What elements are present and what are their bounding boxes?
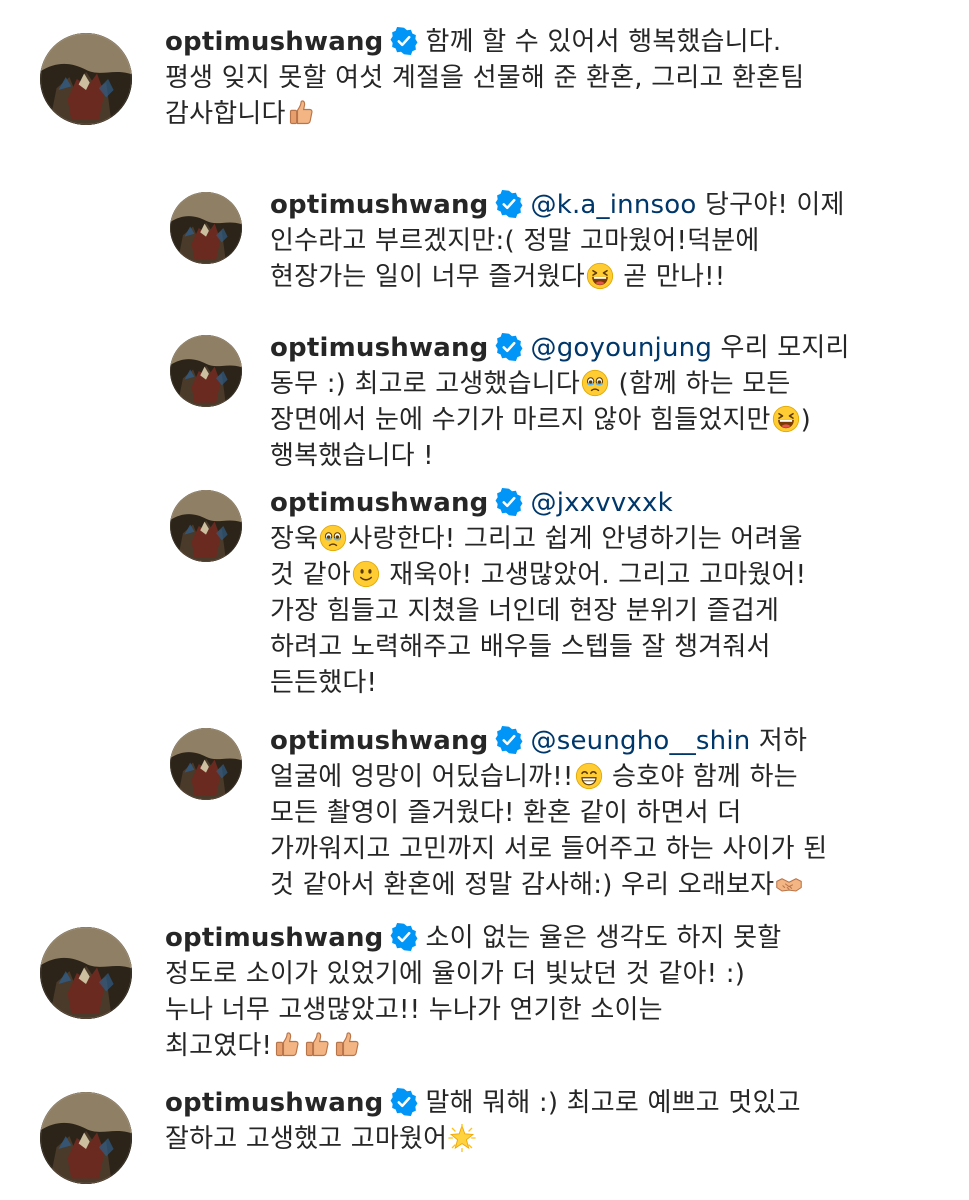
comment-text-segment: 평생 잊지 못할 여섯 계절을 선물해 준 환혼, 그리고 환혼팀 [165, 63, 805, 93]
mention-link[interactable]: @goyounjung [531, 333, 713, 363]
comment: optimushwang 말해 뭐해 :) 최고로 예쁘고 멋있고잘하고 고생했고… [0, 1072, 969, 1200]
comment-text-segment: 재욱아! 고생많았어. 그리고 고마웠어! [380, 560, 807, 590]
comment-text-segment: 가까워지고 고민까지 서로 들어주고 하는 사이가 된 [270, 834, 828, 864]
comment-text-segment: 인수라고 부르겠지만:( 정말 고마웠어!덕분에 [270, 226, 760, 256]
verified-badge-icon [390, 27, 418, 55]
username-link[interactable]: optimushwang [165, 923, 384, 953]
comment: optimushwang 소이 없는 율은 생각도 하지 못할정도로 소이가 있었… [0, 905, 969, 1065]
verified-badge-icon [495, 333, 523, 361]
verified-badge-icon [390, 923, 418, 951]
username-link[interactable]: optimushwang [270, 488, 489, 518]
username-link[interactable]: optimushwang [270, 190, 489, 220]
comment-text: optimushwang 함께 할 수 있어서 행복했습니다. 평생 잊지 못할 여… [165, 24, 955, 132]
laughing-face-icon [772, 405, 800, 433]
mention-link[interactable]: @k.a_innsoo [531, 190, 697, 220]
comment-text-segment: 정도로 소이가 있었기에 율이가 더 빛났던 것 같아! :) [165, 959, 746, 989]
thumbs-up-icon [333, 1031, 361, 1059]
comment-text: optimushwang @seungho__shin 저하얼굴에 엉망이 어딨습… [270, 723, 960, 903]
username-link[interactable]: optimushwang [165, 27, 384, 57]
comment-text-segment: 저하 [750, 726, 808, 756]
avatar[interactable] [170, 192, 242, 264]
comment-text-segment: 동무 :) 최고로 고생했습니다 [270, 369, 581, 399]
comment-text-segment: 장욱 [270, 524, 319, 554]
comment-text-segment: 승호야 함께 하는 [603, 762, 798, 792]
comment-text-segment: 것 같아서 환혼에 정말 감사해:) 우리 오래보자 [270, 870, 775, 900]
mention-link[interactable]: @jxxvvxxk [531, 488, 673, 518]
comment-text-segment: 모든 촬영이 즐거웠다! 환혼 같이 하면서 더 [270, 798, 742, 828]
holding-back-tears-icon [581, 369, 609, 397]
verified-badge-icon [495, 190, 523, 218]
comment-text-segment: 하려고 노력해주고 배우들 스텝들 잘 챙겨줘서 [270, 632, 771, 662]
avatar[interactable] [170, 335, 242, 407]
laughing-face-icon [586, 262, 614, 290]
comment-text-segment: 우리 모지리 [712, 333, 850, 363]
reply-comment: optimushwang @k.a_innsoo 당구야! 이제인수라고 부르겠지… [0, 180, 969, 300]
glowing-star-icon [448, 1124, 477, 1152]
comment-text-segment: 감사합니다 [165, 99, 286, 129]
slightly-smiling-face-icon [352, 560, 380, 588]
comment-text: optimushwang 말해 뭐해 :) 최고로 예쁘고 멋있고잘하고 고생했고… [165, 1085, 955, 1157]
username-link[interactable]: optimushwang [270, 333, 489, 363]
comment: optimushwang 함께 할 수 있어서 행복했습니다. 평생 잊지 못할 여… [0, 0, 969, 150]
comment-text-segment: 곧 만나!! [614, 262, 726, 292]
comment-text-segment: (함께 하는 모든 [610, 369, 791, 399]
mention-link[interactable]: @seungho__shin [531, 726, 751, 756]
verified-badge-icon [390, 1088, 418, 1116]
comment-text: optimushwang @goyounjung 우리 모지리동무 :) 최고로 … [270, 330, 960, 474]
handshake-icon [775, 870, 803, 898]
thumbs-up-icon [273, 1031, 301, 1059]
comment-text-segment: 누나 너무 고생많았고!! 누나가 연기한 소이는 [165, 995, 663, 1025]
username-link[interactable]: optimushwang [270, 726, 489, 756]
avatar[interactable] [40, 1092, 132, 1184]
comment-text: optimushwang 소이 없는 율은 생각도 하지 못할정도로 소이가 있었… [165, 920, 955, 1064]
verified-badge-icon [495, 488, 523, 516]
comment-text-segment: 든든했다! [270, 668, 378, 698]
holding-back-tears-icon [319, 524, 347, 552]
comment-text-segment: 사랑한다! 그리고 쉽게 안녕하기는 어려울 [348, 524, 803, 554]
verified-badge-icon [495, 726, 523, 754]
avatar[interactable] [170, 728, 242, 800]
comment-text-segment: 당구야! 이제 [696, 190, 845, 220]
comment-text-segment: 잘하고 고생했고 고마웠어 [165, 1124, 448, 1154]
comment-text-segment: 현장가는 일이 너무 즐거웠다 [270, 262, 585, 292]
comment-text-segment: 함께 할 수 있어서 행복했습니다. [425, 27, 782, 57]
comment-text-segment: 행복했습니다 ! [270, 441, 434, 471]
comment-text-segment: ) [800, 405, 811, 435]
comment-text-segment: 얼굴에 엉망이 어딨습니까!! [270, 762, 574, 792]
thumbs-up-icon [287, 99, 315, 127]
comment-text-segment: 말해 뭐해 :) 최고로 예쁘고 멋있고 [425, 1088, 801, 1118]
comment-text-segment: 것 같아 [270, 560, 351, 590]
thumbs-up-icon [303, 1031, 331, 1059]
comment-text: optimushwang @jxxvvxxk 장욱 사랑한다! 그리고 쉽게 안녕하기… [270, 485, 960, 701]
comment-text-segment: 최고였다! [165, 1031, 273, 1061]
comment-text-segment: 소이 없는 율은 생각도 하지 못할 [425, 923, 782, 953]
avatar[interactable] [40, 927, 132, 1019]
comment-text-segment: 가장 힘들고 지쳤을 너인데 현장 분위기 즐겁게 [270, 596, 780, 626]
grinning-face-icon [575, 762, 603, 790]
comment-text: optimushwang @k.a_innsoo 당구야! 이제인수라고 부르겠지… [270, 187, 960, 295]
reply-comment: optimushwang @jxxvvxxk 장욱 사랑한다! 그리고 쉽게 안녕하기… [0, 478, 969, 708]
username-link[interactable]: optimushwang [165, 1088, 384, 1118]
reply-comment: optimushwang @seungho__shin 저하얼굴에 엉망이 어딨습… [0, 716, 969, 906]
comment-text-segment: 장면에서 눈에 수기가 마르지 않아 힘들었지만 [270, 405, 771, 435]
reply-comment: optimushwang @goyounjung 우리 모지리동무 :) 최고로 … [0, 323, 969, 473]
avatar[interactable] [40, 33, 132, 125]
avatar[interactable] [170, 490, 242, 562]
